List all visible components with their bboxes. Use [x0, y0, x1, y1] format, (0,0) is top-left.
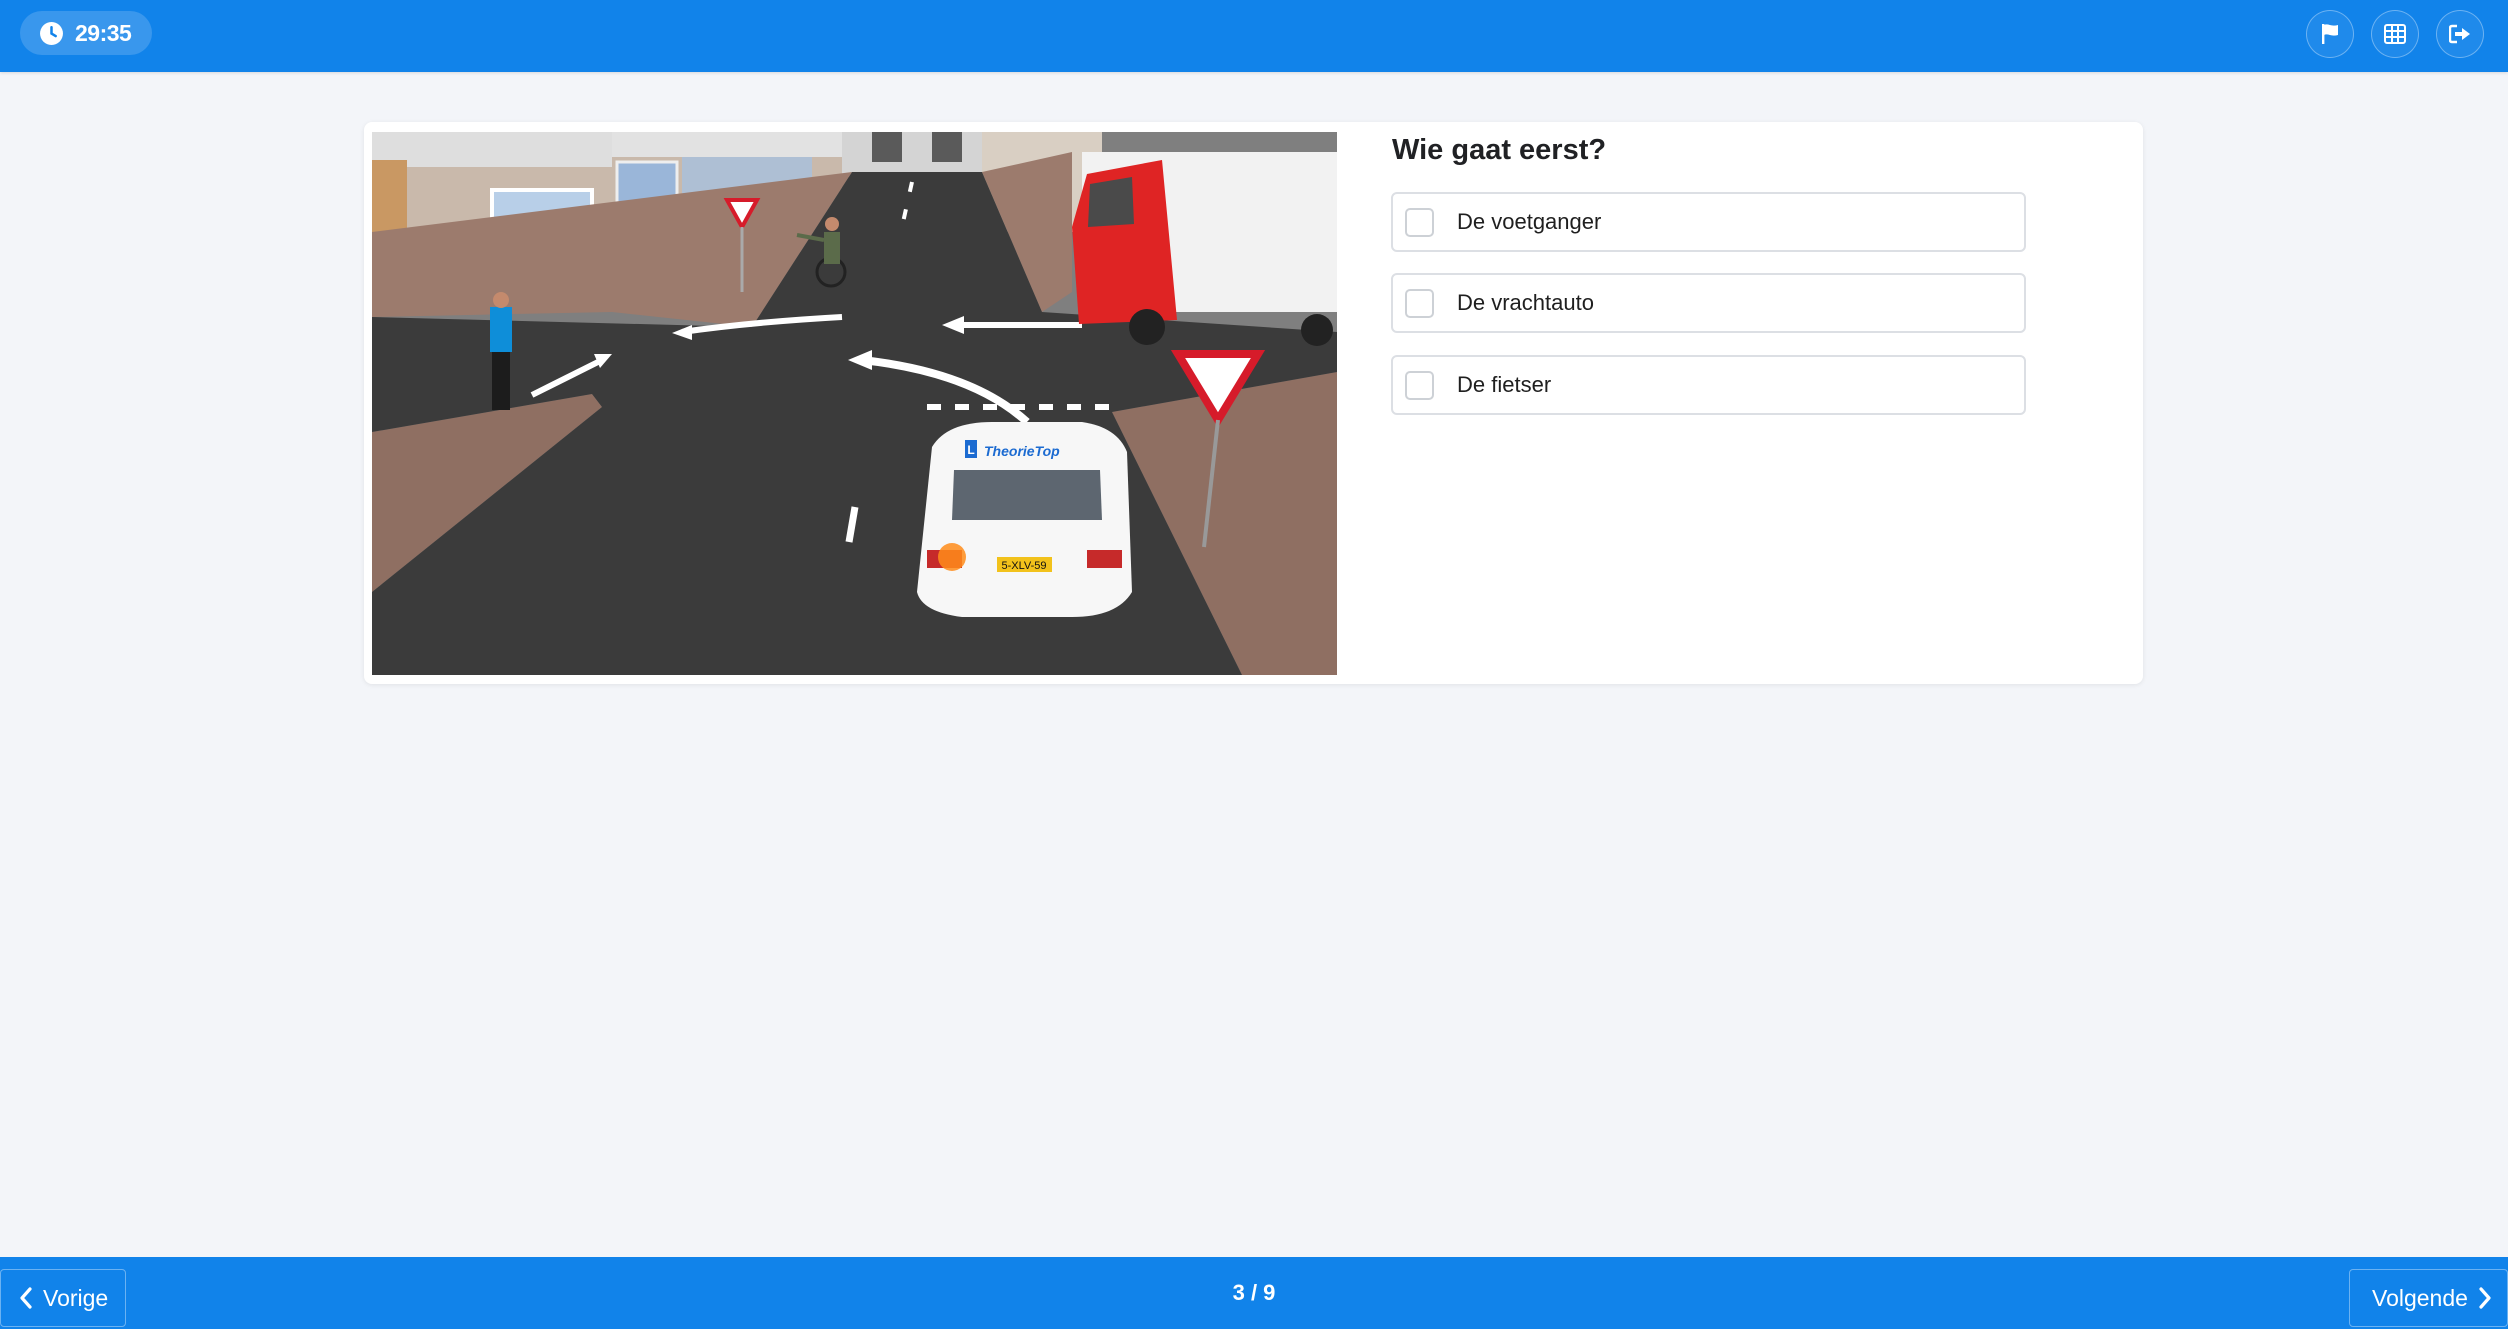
previous-button[interactable]: Vorige	[0, 1269, 126, 1327]
top-bar: 29:35	[0, 0, 2508, 72]
grid-icon	[2384, 24, 2406, 44]
timer-value: 29:35	[75, 19, 132, 46]
next-label: Volgende	[2372, 1284, 2468, 1311]
answer-label: De vrachtauto	[1457, 290, 1594, 315]
chevron-left-icon	[20, 1287, 32, 1309]
question-title: Wie gaat eerst?	[1392, 134, 1607, 166]
flag-icon	[2322, 24, 2338, 44]
answer-option-fietser[interactable]: De fietser	[1391, 355, 2026, 415]
exit-icon	[2449, 24, 2470, 44]
clock-icon	[40, 21, 63, 45]
answer-option-voetganger[interactable]: De voetganger	[1391, 192, 2026, 252]
car-brand-label: TheorieTop	[984, 443, 1060, 459]
next-button[interactable]: Volgende	[2349, 1269, 2508, 1327]
exit-button[interactable]	[2436, 10, 2484, 58]
timer: 29:35	[20, 11, 152, 55]
overview-button[interactable]	[2371, 10, 2419, 58]
previous-label: Vorige	[43, 1284, 109, 1311]
question-card: L TheorieTop 5-XLV-59 Wie gaat eerst? De…	[364, 122, 2143, 684]
bottom-bar: 3 / 9 Vorige Volgende	[0, 1257, 2508, 1329]
chevron-right-icon	[2479, 1287, 2491, 1309]
flag-button[interactable]	[2306, 10, 2354, 58]
answer-checkbox[interactable]	[1405, 370, 1434, 400]
answer-option-vrachtauto[interactable]: De vrachtauto	[1391, 273, 2026, 333]
answer-label: De fietser	[1457, 372, 1552, 397]
license-plate: 5-XLV-59	[1001, 560, 1046, 572]
l-mark: L	[967, 443, 974, 457]
progress-indicator: 3 / 9	[1232, 1280, 1276, 1305]
traffic-scene-image: L TheorieTop 5-XLV-59	[372, 132, 1337, 675]
answer-checkbox[interactable]	[1405, 288, 1434, 318]
answer-checkbox[interactable]	[1405, 207, 1434, 237]
answer-label: De voetganger	[1457, 209, 1602, 234]
